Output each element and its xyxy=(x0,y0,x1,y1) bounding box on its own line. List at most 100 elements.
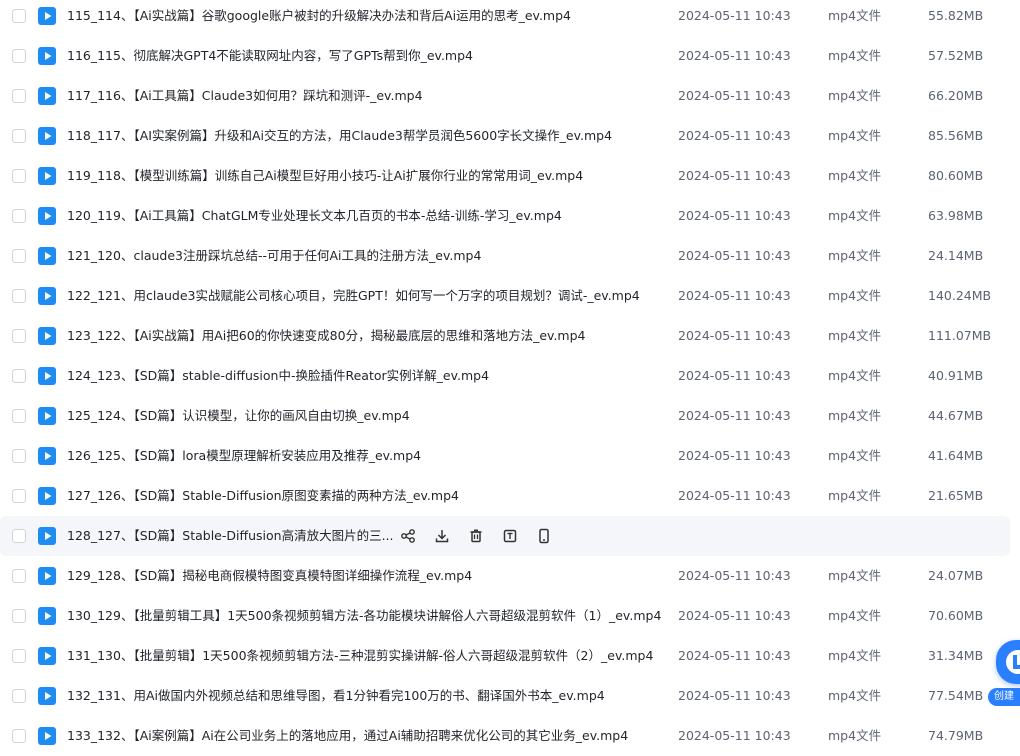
file-name[interactable]: 132_131、用Ai做国内外视频总结和思维导图，看1分钟看完100万的书、翻译… xyxy=(67,676,605,716)
file-row[interactable]: 120_119、【Ai工具篇】ChatGLM专业处理长文本几百页的书本-总结-训… xyxy=(0,196,1010,236)
row-checkbox[interactable] xyxy=(12,129,26,143)
file-type: mp4文件 xyxy=(828,568,882,583)
file-row[interactable]: 126_125、【SD篇】lora模型原理解析安装应用及推荐_ev.mp4 202… xyxy=(0,436,1010,476)
file-row[interactable]: 117_116、【Ai工具篇】Claude3如何用？踩坑和测评-_ev.mp4 2… xyxy=(0,76,1010,116)
file-type: mp4文件 xyxy=(828,488,882,503)
file-date: 2024-05-11 10:43 xyxy=(678,728,791,743)
video-file-icon xyxy=(38,367,56,385)
file-name[interactable]: 127_126、【SD篇】Stable-Diffusion原图变素描的两种方法_… xyxy=(67,476,459,516)
file-list: 115_114、【Ai实战篇】谷歌google账户被封的升级解决办法和背后Ai运… xyxy=(0,0,1020,756)
file-type: mp4文件 xyxy=(828,8,882,23)
file-date: 2024-05-11 10:43 xyxy=(678,168,791,183)
file-name[interactable]: 121_120、claude3注册踩坑总结--可用于任何Ai工具的注册方法_ev… xyxy=(67,236,481,276)
file-name[interactable]: 122_121、用claude3实战赋能公司核心项目，完胜GPT！如何写一个万字… xyxy=(67,276,640,316)
video-file-icon xyxy=(38,407,56,425)
row-checkbox[interactable] xyxy=(12,89,26,103)
file-size: 57.52MB xyxy=(928,48,984,63)
row-checkbox[interactable] xyxy=(12,209,26,223)
file-size: 80.60MB xyxy=(928,168,984,183)
file-row[interactable]: 130_129、【批量剪辑工具】1天500条视频剪辑方法-各功能模块讲解俗人六哥… xyxy=(0,596,1010,636)
file-date: 2024-05-11 10:43 xyxy=(678,248,791,263)
row-actions xyxy=(398,526,554,546)
trash-icon[interactable] xyxy=(466,526,486,546)
file-size: 74.79MB xyxy=(928,728,984,743)
file-row[interactable]: 133_132、【Ai案例篇】Ai在公司业务上的落地应用，通过Ai辅助招聘来优化… xyxy=(0,716,1010,756)
row-checkbox[interactable] xyxy=(12,449,26,463)
row-checkbox[interactable] xyxy=(12,689,26,703)
file-name[interactable]: 126_125、【SD篇】lora模型原理解析安装应用及推荐_ev.mp4 xyxy=(67,436,421,476)
create-bubble-icon[interactable] xyxy=(996,640,1020,684)
video-file-icon xyxy=(38,207,56,225)
file-row[interactable]: 119_118、【模型训练篇】训练自己Ai模型巨好用小技巧-让Ai扩展你行业的常… xyxy=(0,156,1010,196)
row-checkbox[interactable] xyxy=(12,609,26,623)
file-row[interactable]: 123_122、【Ai实战篇】用Ai把60的你快速变成80分，揭秘最底层的思维和… xyxy=(0,316,1010,356)
file-row[interactable]: 129_128、【SD篇】揭秘电商假模特图变真模特图详细操作流程_ev.mp4 2… xyxy=(0,556,1010,596)
file-name[interactable]: 117_116、【Ai工具篇】Claude3如何用？踩坑和测评-_ev.mp4 xyxy=(67,76,423,116)
file-row[interactable]: 122_121、用claude3实战赋能公司核心项目，完胜GPT！如何写一个万字… xyxy=(0,276,1010,316)
file-row[interactable]: 116_115、彻底解决GPT4不能读取网址内容，写了GPTs帮到你_ev.mp… xyxy=(0,36,1010,76)
file-size: 55.82MB xyxy=(928,8,984,23)
file-row[interactable]: 131_130、【批量剪辑】1天500条视频剪辑方法-三种混剪实操讲解-俗人六哥… xyxy=(0,636,1010,676)
file-size: 140.24MB xyxy=(928,288,992,303)
video-file-icon xyxy=(38,127,56,145)
row-checkbox[interactable] xyxy=(12,529,26,543)
file-name[interactable]: 120_119、【Ai工具篇】ChatGLM专业处理长文本几百页的书本-总结-训… xyxy=(67,196,562,236)
row-checkbox[interactable] xyxy=(12,329,26,343)
row-checkbox[interactable] xyxy=(12,9,26,23)
create-float-button[interactable]: 创建 xyxy=(988,636,1020,714)
file-size: 40.91MB xyxy=(928,368,984,383)
file-name[interactable]: 123_122、【Ai实战篇】用Ai把60的你快速变成80分，揭秘最底层的思维和… xyxy=(67,316,585,356)
file-row[interactable]: 121_120、claude3注册踩坑总结--可用于任何Ai工具的注册方法_ev… xyxy=(0,236,1010,276)
file-name[interactable]: 128_127、【SD篇】Stable-Diffusion高清放大图片的三... xyxy=(67,516,394,556)
file-size: 63.98MB xyxy=(928,208,984,223)
row-checkbox[interactable] xyxy=(12,649,26,663)
file-date: 2024-05-11 10:43 xyxy=(678,368,791,383)
file-date: 2024-05-11 10:43 xyxy=(678,448,791,463)
file-name[interactable]: 133_132、【Ai案例篇】Ai在公司业务上的落地应用，通过Ai辅助招聘来优化… xyxy=(67,716,628,756)
file-date: 2024-05-11 10:43 xyxy=(678,608,791,623)
row-checkbox[interactable] xyxy=(12,489,26,503)
file-size: 85.56MB xyxy=(928,128,984,143)
file-row[interactable]: 118_117、【AI实案例篇】升级和Ai交互的方法，用Claude3帮学员润色… xyxy=(0,116,1010,156)
file-type: mp4文件 xyxy=(828,448,882,463)
file-row[interactable]: 128_127、【SD篇】Stable-Diffusion高清放大图片的三... xyxy=(0,516,1010,556)
video-file-icon xyxy=(38,527,56,545)
file-name[interactable]: 119_118、【模型训练篇】训练自己Ai模型巨好用小技巧-让Ai扩展你行业的常… xyxy=(67,156,583,196)
file-name[interactable]: 131_130、【批量剪辑】1天500条视频剪辑方法-三种混剪实操讲解-俗人六哥… xyxy=(67,636,653,676)
file-name[interactable]: 116_115、彻底解决GPT4不能读取网址内容，写了GPTs帮到你_ev.mp… xyxy=(67,36,473,76)
row-checkbox[interactable] xyxy=(12,729,26,743)
file-row[interactable]: 132_131、用Ai做国内外视频总结和思维导图，看1分钟看完100万的书、翻译… xyxy=(0,676,1010,716)
row-checkbox[interactable] xyxy=(12,49,26,63)
file-date: 2024-05-11 10:43 xyxy=(678,208,791,223)
file-row[interactable]: 115_114、【Ai实战篇】谷歌google账户被封的升级解决办法和背后Ai运… xyxy=(0,0,1010,36)
file-date: 2024-05-11 10:43 xyxy=(678,288,791,303)
phone-icon[interactable] xyxy=(534,526,554,546)
file-type: mp4文件 xyxy=(828,208,882,223)
file-date: 2024-05-11 10:43 xyxy=(678,568,791,583)
share-icon[interactable] xyxy=(398,526,418,546)
file-type: mp4文件 xyxy=(828,168,882,183)
file-name[interactable]: 124_123、【SD篇】stable-diffusion中-换脸插件Reato… xyxy=(67,356,489,396)
file-name[interactable]: 129_128、【SD篇】揭秘电商假模特图变真模特图详细操作流程_ev.mp4 xyxy=(67,556,472,596)
row-checkbox[interactable] xyxy=(12,569,26,583)
video-file-icon xyxy=(38,727,56,745)
create-label[interactable]: 创建 xyxy=(988,688,1020,706)
download-icon[interactable] xyxy=(432,526,452,546)
video-file-icon xyxy=(38,567,56,585)
row-checkbox[interactable] xyxy=(12,169,26,183)
row-checkbox[interactable] xyxy=(12,249,26,263)
row-checkbox[interactable] xyxy=(12,369,26,383)
file-type: mp4文件 xyxy=(828,88,882,103)
file-row[interactable]: 125_124、【SD篇】认识模型，让你的画风自由切换_ev.mp4 2024-0… xyxy=(0,396,1010,436)
file-row[interactable]: 124_123、【SD篇】stable-diffusion中-换脸插件Reato… xyxy=(0,356,1010,396)
file-name[interactable]: 118_117、【AI实案例篇】升级和Ai交互的方法，用Claude3帮学员润色… xyxy=(67,116,612,156)
file-size: 41.64MB xyxy=(928,448,984,463)
file-row[interactable]: 127_126、【SD篇】Stable-Diffusion原图变素描的两种方法_… xyxy=(0,476,1010,516)
row-checkbox[interactable] xyxy=(12,289,26,303)
file-name[interactable]: 130_129、【批量剪辑工具】1天500条视频剪辑方法-各功能模块讲解俗人六哥… xyxy=(67,596,661,636)
row-checkbox[interactable] xyxy=(12,409,26,423)
rename-icon[interactable] xyxy=(500,526,520,546)
file-name[interactable]: 125_124、【SD篇】认识模型，让你的画风自由切换_ev.mp4 xyxy=(67,396,410,436)
video-file-icon xyxy=(38,47,56,65)
file-name[interactable]: 115_114、【Ai实战篇】谷歌google账户被封的升级解决办法和背后Ai运… xyxy=(67,0,571,36)
